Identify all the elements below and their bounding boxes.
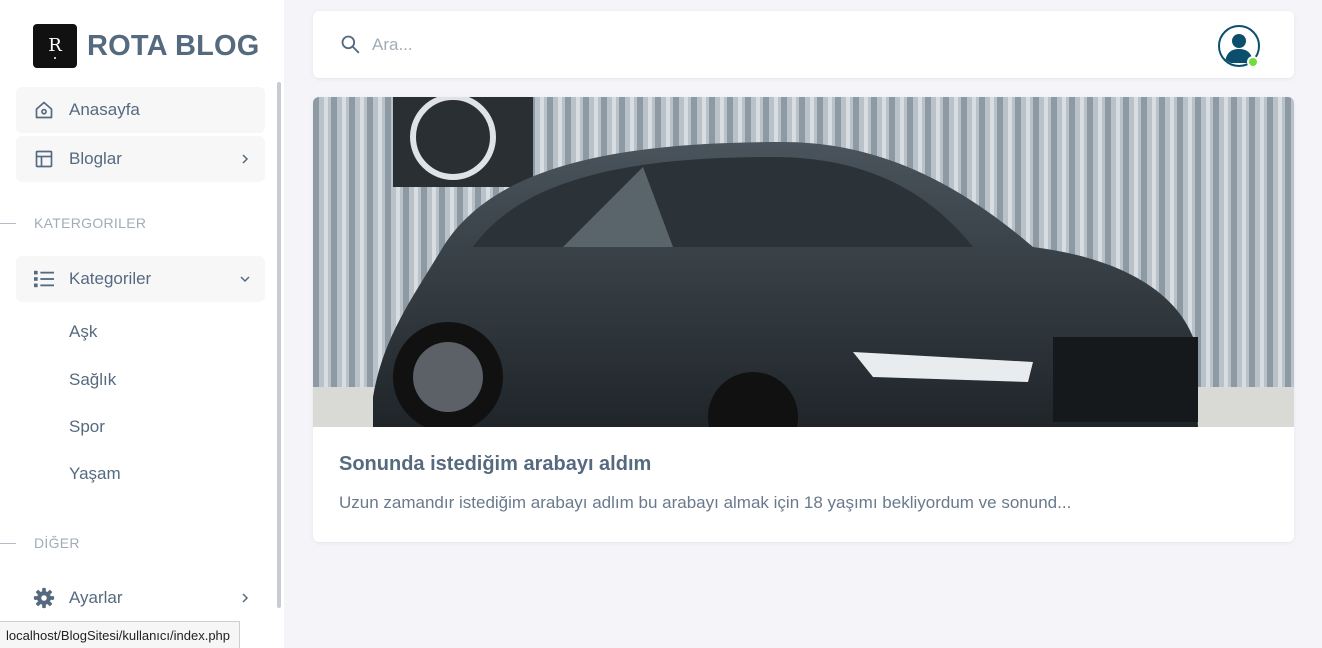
gear-icon [33, 587, 55, 609]
search-input[interactable] [372, 30, 672, 60]
list-icon [33, 268, 55, 290]
section-title: DİĞER [34, 535, 80, 551]
sidebar-item-label: Kategoriler [69, 269, 152, 288]
category-link-ask[interactable]: Aşk [69, 322, 97, 342]
post-excerpt: Uzun zamandır istediğim arabayı adlım bu… [339, 493, 1072, 512]
sidebar-item-bloglar[interactable]: Bloglar [16, 136, 265, 182]
sidebar-item-anasayfa[interactable]: Anasayfa [16, 87, 265, 133]
section-divider [0, 542, 16, 544]
section-header-other: DİĞER [0, 535, 80, 551]
post-image[interactable] [313, 97, 1294, 427]
brand[interactable]: R ROTA BLOG [33, 24, 260, 68]
brand-name: ROTA BLOG [87, 29, 260, 62]
home-icon [33, 99, 55, 121]
sidebar-item-ayarlar[interactable]: Ayarlar [16, 575, 265, 621]
brand-logo: R [33, 24, 77, 68]
category-link-saglik[interactable]: Sağlık [69, 370, 116, 390]
category-link-spor[interactable]: Spor [69, 417, 105, 437]
sidebar-item-label: Ayarlar [69, 588, 123, 607]
sidebar: R ROTA BLOG Anasayfa Bloglar KATERGORILE… [0, 0, 284, 648]
sidebar-item-kategoriler[interactable]: Kategoriler [16, 256, 265, 302]
sidebar-item-label: Anasayfa [69, 100, 140, 119]
section-title: KATERGORILER [34, 215, 147, 231]
sidebar-item-label: Bloglar [69, 149, 122, 168]
browser-status-url: localhost/BlogSitesi/kullanıcı/index.php [0, 621, 241, 648]
chevron-right-icon [239, 592, 251, 604]
section-header-categories: KATERGORILER [0, 215, 146, 231]
search-icon [340, 34, 360, 54]
layout-icon [33, 148, 55, 170]
category-link-yasam[interactable]: Yaşam [69, 464, 121, 484]
section-divider [0, 222, 16, 224]
sidebar-scrollbar[interactable] [277, 82, 281, 608]
online-status-dot [1247, 56, 1259, 68]
chevron-down-icon [239, 273, 251, 285]
post-title[interactable]: Sonunda istediğim arabayı aldım [339, 453, 651, 476]
chevron-right-icon [239, 153, 251, 165]
svg-text:R: R [48, 35, 62, 56]
blog-post-card[interactable]: Sonunda istediğim arabayı aldım Uzun zam… [313, 97, 1294, 542]
top-navbar [313, 11, 1294, 78]
